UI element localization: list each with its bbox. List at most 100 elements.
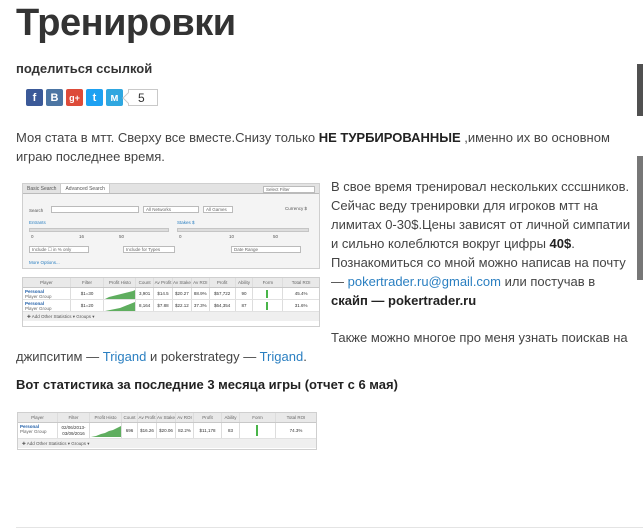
table-row[interactable]: Personal Player Group $1=20 8,164 $7.88 $… xyxy=(23,300,319,312)
select-filter-dropdown[interactable]: Select Filter xyxy=(263,186,315,193)
date-range-dropdown[interactable]: Date Range xyxy=(231,246,301,253)
stakes-slider[interactable] xyxy=(177,228,309,232)
stats-table-non-turbo: Player Filter Profit Histo Count Av Prof… xyxy=(17,412,317,450)
contact-text-2: или постучав в xyxy=(501,274,596,289)
header-cell: Profit xyxy=(210,278,236,287)
header-cell: Ability xyxy=(236,278,254,287)
header-cell: Av Stake xyxy=(157,413,176,422)
stakes-link[interactable]: Stakes $ xyxy=(177,220,195,225)
header-cell: Filter xyxy=(58,413,90,422)
profiles-text-end: . xyxy=(303,349,307,364)
share-heading: поделиться ссылкой xyxy=(16,61,153,76)
moikrug-icon[interactable]: м xyxy=(106,89,123,106)
about-text-end: . xyxy=(571,236,575,251)
twitter-icon[interactable]: t xyxy=(86,89,103,106)
avstake-cell: $20.06 xyxy=(157,423,176,438)
header-cell: Form xyxy=(240,413,276,422)
header-cell: Filter xyxy=(71,278,105,287)
count-cell: 696 xyxy=(122,423,138,438)
games-dropdown[interactable]: All Games xyxy=(203,206,233,213)
player-cell: Personal Player Group xyxy=(18,423,58,438)
email-link[interactable]: pokertrader.ru@gmail.com xyxy=(348,274,501,289)
avprofit-cell: $16.26 xyxy=(138,423,157,438)
avprofit-cell: $14.5 xyxy=(154,288,173,299)
table-header: Player Filter Profit Histo Count Av Prof… xyxy=(18,413,316,423)
profiles-paragraph: Также можно многое про меня узнать поиск… xyxy=(16,328,628,366)
header-cell: Player xyxy=(18,413,58,422)
form-bar xyxy=(253,300,284,311)
share-bar: f B g+ t м 5 xyxy=(26,89,158,106)
more-options-link[interactable]: More Options... xyxy=(29,260,60,265)
entrants-slider[interactable] xyxy=(29,228,169,232)
avroi-cell: 37.3% xyxy=(192,300,210,311)
gipsyteam-link[interactable]: Trigand xyxy=(103,349,147,364)
header-cell: Av ROI xyxy=(192,278,210,287)
profit-sparkline xyxy=(104,288,137,299)
player-cell: Personal Player Group xyxy=(23,288,71,299)
header-cell: Count xyxy=(136,278,155,287)
profit-cell: $57,722 xyxy=(210,288,236,299)
price: 40$ xyxy=(549,236,572,251)
entrants-tick: 0 xyxy=(31,234,34,239)
avstake-cell: $20.27 xyxy=(173,288,192,299)
pokerstrategy-link[interactable]: Trigand xyxy=(260,349,304,364)
header-cell: Count xyxy=(122,413,138,422)
header-cell: Av ROI xyxy=(176,413,194,422)
header-cell: Profit xyxy=(194,413,222,422)
divider xyxy=(16,527,643,528)
intro-bold: НЕ ТУРБИРОВАННЫЕ xyxy=(318,130,461,145)
header-cell: Av Profit xyxy=(138,413,157,422)
player-cell: Personal Player Group xyxy=(23,300,71,311)
avroi-cell: 88.9% xyxy=(192,288,210,299)
avroi-cell: 82.2% xyxy=(176,423,194,438)
share-count: 5 xyxy=(128,89,158,106)
about-text: В свое время тренировал нескольких сссшн… xyxy=(331,179,631,251)
stats-table-all: Player Filter Profit Histo Count Av Prof… xyxy=(22,277,320,327)
profit-cell: $11,178 xyxy=(194,423,222,438)
facebook-icon[interactable]: f xyxy=(26,89,43,106)
ability-cell: 90 xyxy=(236,288,254,299)
profit-sparkline xyxy=(90,423,122,438)
header-cell: Form xyxy=(253,278,284,287)
header-cell: Total ROI xyxy=(286,415,306,420)
intro-paragraph: Моя стата в мтт. Сверху все вместе.Снизу… xyxy=(16,128,628,166)
table-footer[interactable]: ✚ Add Other Statistics ▾ Groups ▾ xyxy=(18,439,316,448)
entrants-link[interactable]: Entrants xyxy=(29,220,46,225)
types-dropdown[interactable]: Include for Types xyxy=(123,246,175,253)
tab-basic-search[interactable]: Basic Search xyxy=(23,184,62,193)
form-bar xyxy=(253,288,284,299)
avprofit-cell: $7.88 xyxy=(154,300,173,311)
filter-cell: $1=30 xyxy=(71,288,105,299)
profiles-text-2: и pokerstrategy — xyxy=(146,349,260,364)
tab-advanced-search[interactable]: Advanced Search xyxy=(61,184,110,193)
ability-cell: 83 xyxy=(222,423,240,438)
table-row[interactable]: Personal Player Group 02/06/2013-03/09/20… xyxy=(18,423,316,439)
header-cell: Player xyxy=(23,278,71,287)
table-row[interactable]: Personal Player Group $1=30 3,901 $14.5 $… xyxy=(23,288,319,300)
stakes-tick: 0 xyxy=(179,234,182,239)
scrollbar-handle[interactable] xyxy=(637,156,643,280)
filter-cell: $1=20 xyxy=(71,300,105,311)
total-roi-cell: 45.4% xyxy=(294,291,308,296)
include-option[interactable]: Include ☐ in % only xyxy=(29,246,89,253)
table-footer[interactable]: ✚ Add Other Statistics ▾ Groups ▾ xyxy=(23,312,319,321)
filter-cell: 02/06/2013-03/09/2016 xyxy=(58,423,90,438)
search-input[interactable] xyxy=(51,206,139,213)
table-header: Player Filter Profit Histo Count Av Prof… xyxy=(23,278,319,288)
header-cell: Total ROI xyxy=(291,280,311,285)
stakes-tick: 50 xyxy=(273,234,279,239)
profit-cell: $64,354 xyxy=(210,300,236,311)
header-cell: Profit Histo xyxy=(90,413,122,422)
form-bar xyxy=(240,423,276,438)
profit-sparkline xyxy=(104,300,137,311)
stats-heading: Вот статистика за последние 3 месяца игр… xyxy=(16,377,398,392)
count-cell: 3,901 xyxy=(136,288,155,299)
total-roi-cell: 74.3% xyxy=(289,428,303,433)
networks-dropdown[interactable]: All Networks xyxy=(143,206,199,213)
scrollbar-handle[interactable] xyxy=(637,64,643,116)
googleplus-icon[interactable]: g+ xyxy=(66,89,83,106)
avstake-cell: $22.12 xyxy=(173,300,192,311)
entrants-tick: 16 xyxy=(79,234,85,239)
vkontakte-icon[interactable]: B xyxy=(46,89,63,106)
total-roi-cell: 31.6% xyxy=(294,303,308,308)
